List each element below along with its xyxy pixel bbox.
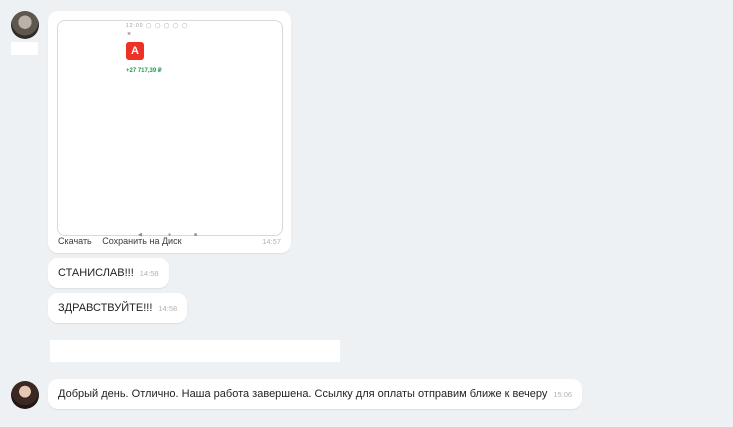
message-time: 15:06: [553, 390, 573, 399]
reply-message[interactable]: Добрый день. Отлично. Наша работа заверш…: [48, 379, 583, 409]
message-time: 14:58: [139, 269, 159, 278]
phone-status-bar: 12:00 ◯ ◯ ◯ ◯ ◯: [126, 23, 189, 29]
save-to-disk-link[interactable]: Сохранить на Диск: [102, 236, 181, 246]
bank-logo: А: [126, 42, 144, 60]
message-text: Добрый день. Отлично. Наша работа заверш…: [58, 388, 548, 400]
message-time: 14:57: [262, 237, 281, 246]
reply-avatar[interactable]: [11, 381, 39, 409]
message-text: СТАНИСЛАВ!!!: [58, 267, 134, 279]
download-link[interactable]: Скачать: [58, 236, 92, 246]
transfer-amount: +27 717,39 ₽: [126, 68, 162, 74]
nav-recent-icon: ■: [194, 232, 198, 238]
image-actions: Скачать Сохранить на Диск: [58, 236, 190, 246]
message-time: 14:58: [158, 304, 178, 313]
redacted-name-block: [11, 42, 38, 55]
message-text: ЗДРАВСТВУЙТЕ!!!: [58, 302, 153, 314]
redacted-message-block: [50, 340, 340, 362]
sender-avatar[interactable]: [11, 11, 39, 39]
phone-close-icon: ×: [127, 31, 132, 38]
text-message[interactable]: ЗДРАВСТВУЙТЕ!!! 14:58: [48, 293, 188, 323]
image-message[interactable]: 12:00 ◯ ◯ ◯ ◯ ◯ × А +27 717,39 ₽ ◀ ● ■ С…: [48, 11, 291, 253]
screenshot-image[interactable]: 12:00 ◯ ◯ ◯ ◯ ◯ × А +27 717,39 ₽ ◀ ● ■: [57, 20, 283, 238]
text-message[interactable]: СТАНИСЛАВ!!! 14:58: [48, 258, 169, 288]
